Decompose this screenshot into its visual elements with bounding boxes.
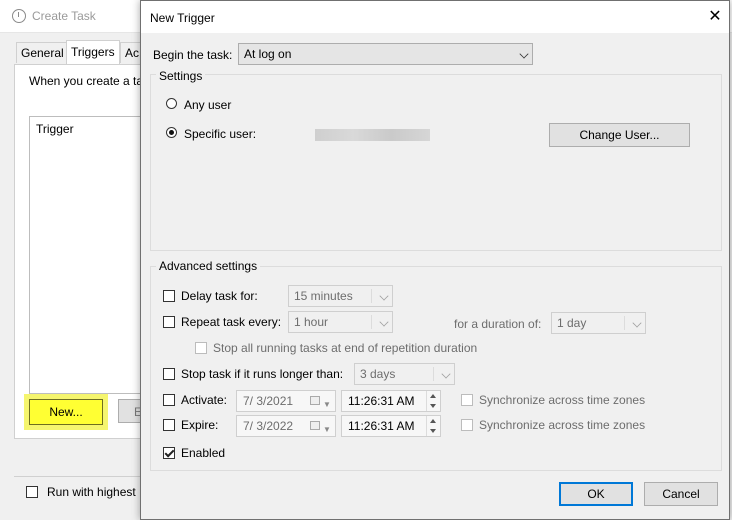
change-user-button[interactable]: Change User...: [549, 123, 690, 147]
activate-date-value: 7/ 3/2021: [243, 394, 294, 408]
stop-longer-value: 3 days: [360, 367, 396, 381]
run-highest-checkbox[interactable]: [26, 486, 38, 498]
activate-time-field[interactable]: 11:26:31 AM: [341, 390, 441, 412]
activate-date-field[interactable]: 7/ 3/2021 ▼: [236, 390, 336, 412]
trigger-column-header[interactable]: Trigger: [36, 122, 74, 136]
expire-sync-checkbox[interactable]: [461, 419, 473, 431]
activate-sync-checkbox[interactable]: [461, 394, 473, 406]
stop-running-label: Stop all running tasks at end of repetit…: [213, 341, 478, 355]
any-user-label: Any user: [184, 98, 232, 112]
dialog-title: New Trigger: [150, 11, 215, 25]
chevron-down-icon: [441, 369, 451, 379]
expire-time-value: 11:26:31 AM: [348, 419, 415, 433]
combo-separator: [371, 289, 372, 303]
chevron-down-icon: ▼: [323, 425, 331, 434]
ok-button[interactable]: OK: [559, 482, 633, 506]
expire-date-field[interactable]: 7/ 3/2022 ▼: [236, 415, 336, 437]
activate-sync-label: Synchronize across time zones: [479, 393, 646, 407]
advanced-settings-title: Advanced settings: [156, 259, 261, 273]
redacted-username: [315, 129, 430, 141]
tab-triggers[interactable]: Triggers: [66, 40, 120, 65]
duration-value: 1 day: [557, 316, 587, 330]
tab-general[interactable]: General: [16, 42, 69, 63]
delay-task-value: 15 minutes: [294, 289, 353, 303]
chevron-down-icon: [379, 317, 389, 327]
begin-task-label: Begin the task:: [153, 48, 233, 62]
triggers-description: When you create a ta: [29, 74, 144, 88]
expire-sync-label: Synchronize across time zones: [479, 418, 646, 432]
any-user-radio[interactable]: [166, 98, 177, 109]
activate-time-value: 11:26:31 AM: [348, 394, 415, 408]
clock-icon: [12, 9, 26, 23]
stop-running-checkbox[interactable]: [195, 342, 207, 354]
delay-task-select[interactable]: 15 minutes: [288, 285, 393, 307]
combo-separator: [433, 367, 434, 381]
specific-user-label: Specific user:: [184, 127, 257, 141]
expire-date-value: 7/ 3/2022: [243, 419, 294, 433]
activate-checkbox[interactable]: [163, 394, 175, 406]
begin-task-select[interactable]: At log on: [238, 43, 533, 65]
chevron-down-icon: [519, 49, 529, 59]
stop-longer-checkbox[interactable]: [163, 368, 175, 380]
activate-label: Activate:: [181, 393, 228, 407]
repeat-task-checkbox[interactable]: [163, 316, 175, 328]
run-highest-label: Run with highest: [47, 485, 136, 499]
duration-select[interactable]: 1 day: [551, 312, 646, 334]
stop-longer-select[interactable]: 3 days: [354, 363, 455, 385]
combo-separator: [371, 315, 372, 329]
combo-separator: [624, 316, 625, 330]
repeat-task-label: Repeat task every:: [181, 315, 282, 329]
stop-longer-label: Stop task if it runs longer than:: [181, 367, 344, 381]
expire-checkbox[interactable]: [163, 419, 175, 431]
chevron-down-icon: [632, 318, 642, 328]
time-spinner[interactable]: [426, 416, 440, 436]
settings-title: Settings: [156, 69, 206, 83]
new-trigger-button[interactable]: New...: [29, 399, 103, 425]
time-spinner[interactable]: [426, 391, 440, 411]
delay-task-checkbox[interactable]: [163, 290, 175, 302]
dialog-titlebar: [141, 1, 729, 33]
expire-label: Expire:: [181, 418, 219, 432]
close-icon[interactable]: ✕: [703, 5, 727, 29]
expire-time-field[interactable]: 11:26:31 AM: [341, 415, 441, 437]
duration-label: for a duration of:: [454, 317, 542, 331]
chevron-down-icon: [379, 291, 389, 301]
new-trigger-dialog: New Trigger ✕ Begin the task: At log on …: [140, 0, 730, 520]
settings-group: [150, 74, 722, 251]
create-task-title: Create Task: [32, 9, 96, 23]
enabled-label: Enabled: [181, 446, 226, 460]
calendar-icon: [310, 421, 320, 430]
repeat-task-select[interactable]: 1 hour: [288, 311, 393, 333]
chevron-down-icon: ▼: [323, 400, 331, 409]
delay-task-label: Delay task for:: [181, 289, 258, 303]
repeat-task-value: 1 hour: [294, 315, 329, 329]
calendar-icon: [310, 396, 320, 405]
cancel-button[interactable]: Cancel: [644, 482, 718, 506]
begin-task-value: At log on: [244, 47, 292, 61]
enabled-checkbox[interactable]: [163, 447, 175, 459]
specific-user-radio[interactable]: [166, 127, 177, 138]
